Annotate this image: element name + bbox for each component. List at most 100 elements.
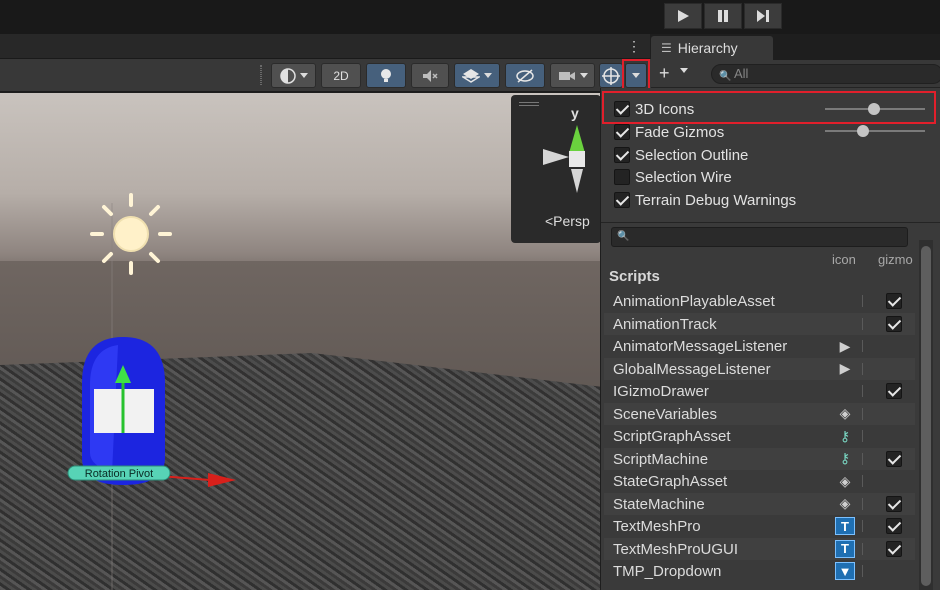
option-label: Fade Gizmos (635, 123, 725, 141)
effects-button[interactable] (454, 63, 500, 88)
tab-hierarchy[interactable]: ☰ Hierarchy (651, 36, 773, 60)
script-row[interactable]: SceneVariables ◈ (604, 402, 915, 425)
checkbox-terrain-debug-warnings[interactable] (614, 192, 630, 208)
script-row[interactable]: AnimatorMessageListener ▶ (604, 335, 915, 357)
gizmo-checkbox[interactable] (886, 293, 902, 309)
hierarchy-toolbar: + 🔍 All (651, 60, 940, 88)
script-row[interactable]: StateMachine ◈ (604, 492, 915, 515)
script-name: AnimationTrack (613, 315, 717, 333)
column-divider (862, 407, 863, 420)
script-row[interactable]: AnimationTrack (604, 312, 915, 335)
script-row[interactable]: AnimationPlayableAsset (604, 290, 915, 312)
section-title-scripts: Scripts (609, 268, 660, 285)
scrollbar-thumb[interactable] (921, 246, 931, 586)
checkbox-selection-outline[interactable] (614, 147, 630, 163)
state-icon[interactable]: ◈ (835, 495, 855, 513)
pause-button[interactable] (704, 3, 742, 29)
option-selection-wire[interactable]: Selection Wire (614, 166, 732, 188)
script-row[interactable]: IGizmoDrawer (604, 380, 915, 402)
script-name: ScriptMachine (613, 450, 709, 468)
lighting-icon (381, 68, 391, 82)
play-controls (664, 3, 782, 29)
graph-icon[interactable]: ⚷ (835, 450, 855, 468)
gizmo-checkbox[interactable] (886, 450, 902, 467)
option-label: Terrain Debug Warnings (635, 191, 797, 209)
gizmos-dropdown-menu: 3D Icons Fade Gizmos Selection Outline S… (600, 88, 940, 590)
gizmos-toggle-button[interactable] (599, 63, 623, 88)
dropdown-icon[interactable]: ▼ (835, 562, 855, 580)
hidden-objects-toggle[interactable] (505, 63, 545, 88)
script-row[interactable]: ScriptMachine ⚷ (604, 447, 915, 470)
script-name: StateGraphAsset (613, 473, 728, 490)
gizmo-checkbox[interactable] (886, 540, 902, 557)
hierarchy-search-input[interactable]: 🔍 All (711, 64, 940, 84)
slider-knob[interactable] (857, 125, 869, 137)
play-button[interactable] (664, 3, 702, 29)
scene-toolbar: 2D (0, 59, 651, 92)
column-divider (862, 295, 863, 307)
column-divider (862, 542, 863, 555)
column-header-gizmo: gizmo (878, 252, 913, 267)
variables-icon[interactable]: ◈ (835, 405, 855, 423)
state-icon[interactable]: ◈ (835, 472, 855, 490)
camera-button[interactable] (550, 63, 595, 88)
audio-toggle-button[interactable] (411, 63, 449, 88)
list-icon: ☰ (661, 41, 672, 55)
column-divider (862, 520, 863, 532)
textmeshpro-icon[interactable]: T (835, 517, 855, 535)
2d-toggle-button[interactable]: 2D (321, 63, 361, 88)
script-row[interactable]: TMP_Dropdown ▼ (604, 560, 915, 582)
option-fade-gizmos[interactable]: Fade Gizmos (614, 121, 724, 143)
lighting-toggle-button[interactable] (366, 63, 406, 88)
gizmo-checkbox[interactable] (886, 495, 902, 512)
gizmo-checkbox[interactable] (886, 315, 902, 332)
gizmo-checkbox[interactable] (886, 383, 902, 399)
listener-icon[interactable]: ▶ (835, 360, 855, 378)
drag-handle-icon[interactable] (519, 102, 539, 106)
column-divider (862, 430, 863, 442)
hierarchy-tab-label: Hierarchy (677, 40, 738, 56)
script-row[interactable]: TextMeshPro T (604, 515, 915, 537)
hidden-objects-icon (516, 68, 534, 83)
audio-mute-icon (423, 69, 438, 82)
gizmo-search-input[interactable]: 🔍 (611, 227, 908, 247)
orientation-gizmo[interactable]: y <Persp (511, 95, 601, 243)
add-icon[interactable]: + (659, 64, 670, 82)
column-divider (862, 317, 863, 330)
textmeshpro-icon[interactable]: T (835, 539, 855, 558)
fade-gizmos-slider[interactable] (825, 130, 925, 132)
script-row[interactable]: StateGraphAsset ◈ (604, 470, 915, 492)
script-row[interactable]: GlobalMessageListener ▶ (604, 357, 915, 380)
scene-viewport[interactable]: Rotation Pivot (0, 93, 600, 590)
script-row[interactable]: TextMeshProUGUI T (604, 537, 915, 560)
shading-mode-button[interactable] (271, 63, 316, 88)
checkbox-fade-gizmos[interactable] (614, 124, 630, 140)
script-name: IGizmoDrawer (613, 383, 709, 400)
checkbox-selection-wire[interactable] (614, 169, 630, 185)
column-divider (862, 475, 863, 487)
pause-icon (718, 10, 728, 22)
script-row[interactable]: ScriptGraphAsset ⚷ (604, 425, 915, 447)
kebab-menu-icon[interactable]: ⋮ (627, 39, 641, 53)
script-name: TextMeshProUGUI (613, 540, 739, 558)
listener-icon[interactable]: ▶ (835, 337, 855, 355)
rotation-pivot-label: Rotation Pivot (85, 468, 153, 480)
option-selection-outline[interactable]: Selection Outline (614, 144, 748, 166)
option-terrain-debug-warnings[interactable]: Terrain Debug Warnings (614, 189, 796, 211)
script-name: GlobalMessageListener (613, 360, 771, 378)
gizmo-checkbox[interactable] (886, 518, 902, 534)
step-button[interactable] (744, 3, 782, 29)
scrollbar[interactable] (919, 240, 933, 590)
option-label: Selection Outline (635, 146, 749, 164)
add-dropdown-icon[interactable] (680, 68, 688, 73)
script-name: TextMeshPro (613, 518, 701, 535)
scene-objects: Rotation Pivot (67, 193, 236, 590)
gizmos-icon (602, 66, 620, 85)
search-icon: 🔍 (719, 71, 732, 82)
capsule-object[interactable]: Rotation Pivot (67, 337, 236, 487)
projection-toggle[interactable]: <Persp (545, 213, 590, 229)
chevron-down-icon (579, 73, 588, 78)
script-name: AnimatorMessageListener (613, 338, 788, 355)
column-divider (862, 497, 863, 510)
graph-icon[interactable]: ⚷ (835, 427, 855, 445)
